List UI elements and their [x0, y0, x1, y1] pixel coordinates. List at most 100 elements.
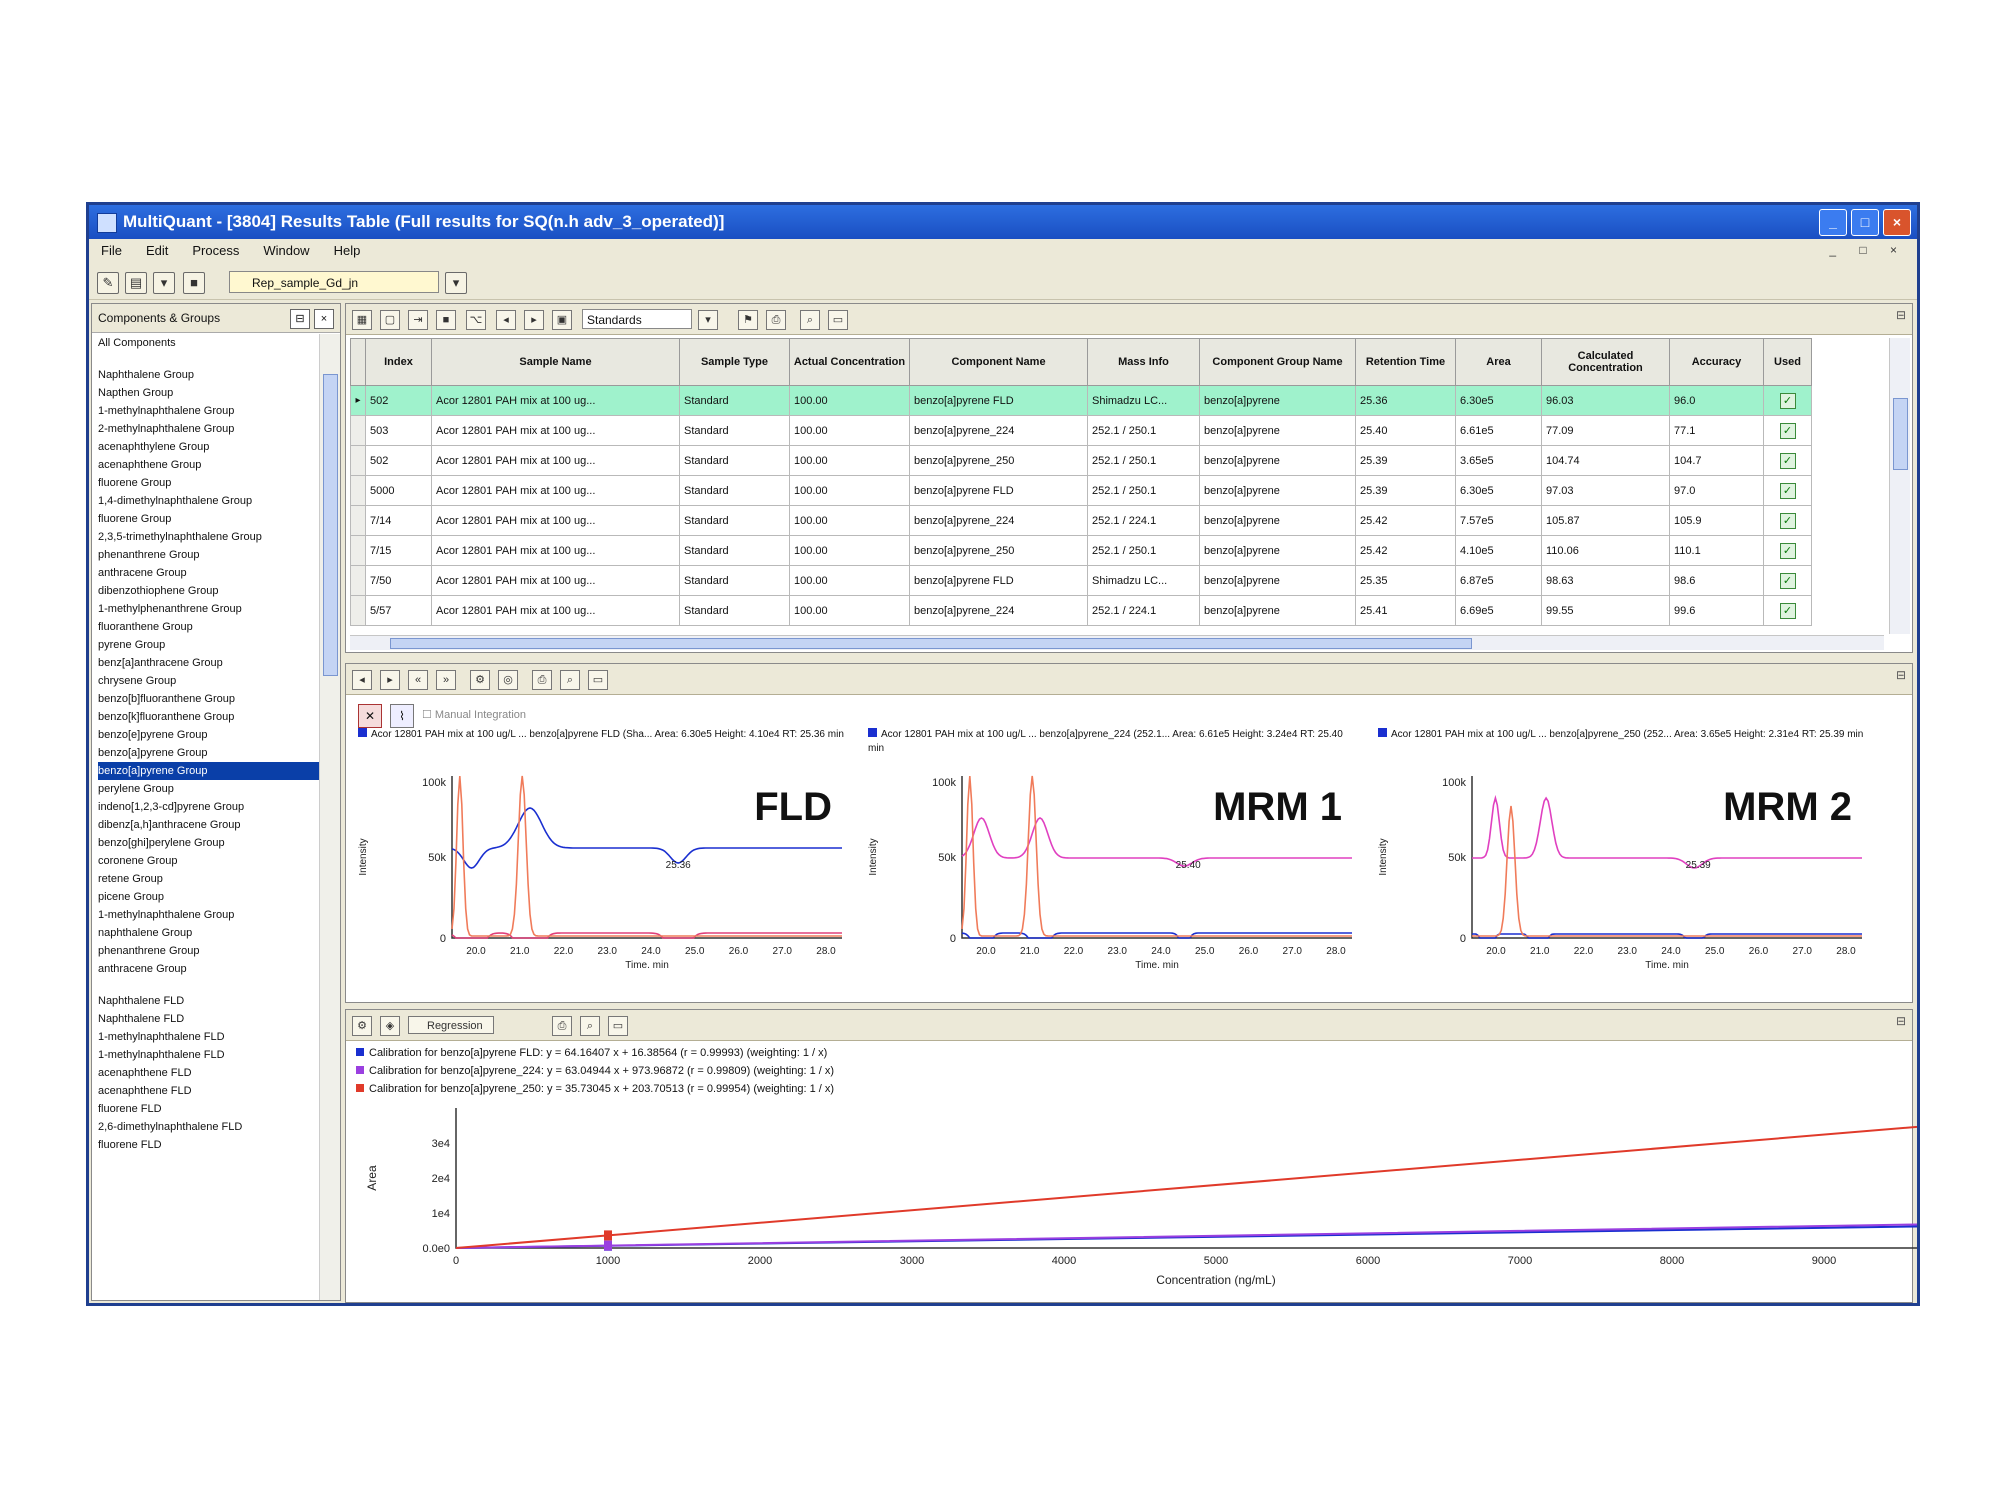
- zoom-chrom-icon[interactable]: ⌕: [560, 670, 580, 690]
- table-cell[interactable]: 100.00: [789, 535, 910, 566]
- table-cell[interactable]: 77.1: [1669, 415, 1764, 446]
- peak-icon[interactable]: ✕: [358, 704, 382, 728]
- table-cell[interactable]: 502: [365, 445, 432, 476]
- view-combo-arrow-icon[interactable]: ▾: [698, 310, 718, 330]
- component-list-item[interactable]: perylene Group: [98, 780, 324, 798]
- print-calib-icon[interactable]: ⎙: [552, 1016, 572, 1036]
- component-list-item[interactable]: acenaphthene Group: [98, 456, 324, 474]
- table-cell[interactable]: benzo[a]pyrene FLD: [909, 565, 1088, 596]
- column-header[interactable]: Area: [1455, 338, 1542, 386]
- dropdown-arrow-icon[interactable]: ▾: [153, 272, 175, 294]
- table-cell[interactable]: 99.6: [1669, 595, 1764, 626]
- table-row[interactable]: 502 Acor 12801 PAH mix at 100 ug... Standa…: [350, 445, 1812, 476]
- component-list-item[interactable]: 2-methylnaphthalene Group: [98, 420, 324, 438]
- component-list-item[interactable]: Naphthalene Group: [98, 366, 324, 384]
- legend-item[interactable]: Calibration for benzo[a]pyrene FLD: y = …: [356, 1044, 834, 1062]
- component-list-item[interactable]: phenanthrene Group: [98, 546, 324, 564]
- used-cell[interactable]: ✓: [1763, 445, 1812, 476]
- column-header[interactable]: Component Group Name: [1199, 338, 1356, 386]
- table-cell[interactable]: Standard: [679, 535, 790, 566]
- table-cell[interactable]: 7.57e5: [1455, 505, 1542, 536]
- results-file-combo[interactable]: Rep_sample_Gd_jn: [229, 271, 439, 293]
- table-cell[interactable]: Standard: [679, 445, 790, 476]
- results-hscrollbar[interactable]: [350, 635, 1884, 650]
- open-icon[interactable]: ▤: [125, 272, 147, 294]
- used-cell[interactable]: ✓: [1763, 565, 1812, 596]
- component-list-item[interactable]: fluorene FLD: [98, 1136, 324, 1154]
- title-bar[interactable]: MultiQuant - [3804] Results Table (Full …: [89, 205, 1917, 239]
- table-cell[interactable]: 6.87e5: [1455, 565, 1542, 596]
- chromatogram-plot[interactable]: 100k 50k 0 20.0 21.0 22.0 23.0 24.0 25.0 26.0 27.0…: [1372, 758, 1872, 968]
- wizard-icon[interactable]: ✎: [97, 272, 119, 294]
- filter-icon[interactable]: ⌥: [466, 310, 486, 330]
- scroll-thumb[interactable]: [323, 374, 338, 676]
- table-cell[interactable]: 105.9: [1669, 505, 1764, 536]
- component-list-item[interactable]: benzo[b]fluoranthene Group: [98, 690, 324, 708]
- table-cell[interactable]: Acor 12801 PAH mix at 100 ug...: [431, 505, 680, 536]
- calib-pin-icon[interactable]: ⊟: [1896, 1014, 1906, 1028]
- scroll-thumb[interactable]: [390, 638, 1472, 649]
- table-cell[interactable]: 97.03: [1541, 475, 1670, 506]
- column-header[interactable]: Retention Time: [1355, 338, 1456, 386]
- table-cell[interactable]: Acor 12801 PAH mix at 100 ug...: [431, 415, 680, 446]
- table-cell[interactable]: Acor 12801 PAH mix at 100 ug...: [431, 475, 680, 506]
- table-cell[interactable]: 100.00: [789, 505, 910, 536]
- table-cell[interactable]: 25.41: [1355, 595, 1456, 626]
- component-list-item[interactable]: anthracene Group: [98, 564, 324, 582]
- used-checkbox[interactable]: ✓: [1779, 452, 1796, 469]
- table-cell[interactable]: benzo[a]pyrene: [1199, 535, 1356, 566]
- column-header[interactable]: Used: [1763, 338, 1812, 386]
- metric-icon[interactable]: ▣: [552, 310, 572, 330]
- table-cell[interactable]: benzo[a]pyrene_250: [909, 535, 1088, 566]
- table-cell[interactable]: Acor 12801 PAH mix at 100 ug...: [431, 535, 680, 566]
- components-list[interactable]: All Components Naphthalene Group Napthen G…: [92, 334, 324, 1300]
- table-cell[interactable]: 6.30e5: [1455, 385, 1542, 416]
- row-selector[interactable]: [350, 475, 366, 506]
- component-list-item[interactable]: chrysene Group: [98, 672, 324, 690]
- zoom-calib-icon[interactable]: ⌕: [580, 1016, 600, 1036]
- component-list-item[interactable]: anthracene Group: [98, 960, 324, 978]
- component-list-item[interactable]: benzo[a]pyrene Group: [98, 762, 324, 780]
- copy-icon[interactable]: ▢: [380, 310, 400, 330]
- row-selector[interactable]: [350, 505, 366, 536]
- table-cell[interactable]: 99.55: [1541, 595, 1670, 626]
- table-cell[interactable]: benzo[a]pyrene: [1199, 445, 1356, 476]
- table-cell[interactable]: Shimadzu LC...: [1087, 385, 1200, 416]
- table-cell[interactable]: benzo[a]pyrene FLD: [909, 475, 1088, 506]
- table-cell[interactable]: 97.0: [1669, 475, 1764, 506]
- table-cell[interactable]: 25.36: [1355, 385, 1456, 416]
- table-cell[interactable]: Standard: [679, 415, 790, 446]
- table-cell[interactable]: 25.35: [1355, 565, 1456, 596]
- used-cell[interactable]: ✓: [1763, 415, 1812, 446]
- close-button[interactable]: ×: [1883, 209, 1911, 236]
- component-list-item[interactable]: benz[a]anthracene Group: [98, 654, 324, 672]
- table-cell[interactable]: 7/14: [365, 505, 432, 536]
- row-selector[interactable]: [350, 565, 366, 596]
- used-checkbox[interactable]: ✓: [1779, 512, 1796, 529]
- table-cell[interactable]: 502: [365, 385, 432, 416]
- table-cell[interactable]: 5000: [365, 475, 432, 506]
- table-cell[interactable]: benzo[a]pyrene: [1199, 565, 1356, 596]
- used-cell[interactable]: ✓: [1763, 505, 1812, 536]
- table-cell[interactable]: benzo[a]pyrene: [1199, 385, 1356, 416]
- used-checkbox[interactable]: ✓: [1779, 422, 1796, 439]
- table-row[interactable]: ▸ 502 Acor 12801 PAH mix at 100 ug... Stand…: [350, 385, 1812, 416]
- overlay-icon[interactable]: ◎: [498, 670, 518, 690]
- table-cell[interactable]: 4.10e5: [1455, 535, 1542, 566]
- used-cell[interactable]: ✓: [1763, 595, 1812, 626]
- chrom-pin-icon[interactable]: ⊟: [1896, 668, 1906, 682]
- column-header[interactable]: Accuracy: [1669, 338, 1764, 386]
- component-list-item[interactable]: fluorene FLD: [98, 1100, 324, 1118]
- table-cell[interactable]: benzo[a]pyrene: [1199, 475, 1356, 506]
- table-cell[interactable]: 7/15: [365, 535, 432, 566]
- zoom-icon[interactable]: ⌕: [800, 310, 820, 330]
- component-list-item[interactable]: Napthen Group: [98, 384, 324, 402]
- table-cell[interactable]: Acor 12801 PAH mix at 100 ug...: [431, 595, 680, 626]
- pane-pin-icon[interactable]: ⊟: [1896, 308, 1906, 322]
- table-cell[interactable]: 252.1 / 250.1: [1087, 475, 1200, 506]
- chromatogram-plot[interactable]: 100k 50k 0 20.0 21.0 22.0 23.0 24.0 25.0 26.0 27.0…: [862, 758, 1362, 968]
- row-selector[interactable]: [350, 445, 366, 476]
- table-cell[interactable]: benzo[a]pyrene_250: [909, 445, 1088, 476]
- window-icon[interactable]: ▭: [828, 310, 848, 330]
- component-list-item[interactable]: benzo[ghi]perylene Group: [98, 834, 324, 852]
